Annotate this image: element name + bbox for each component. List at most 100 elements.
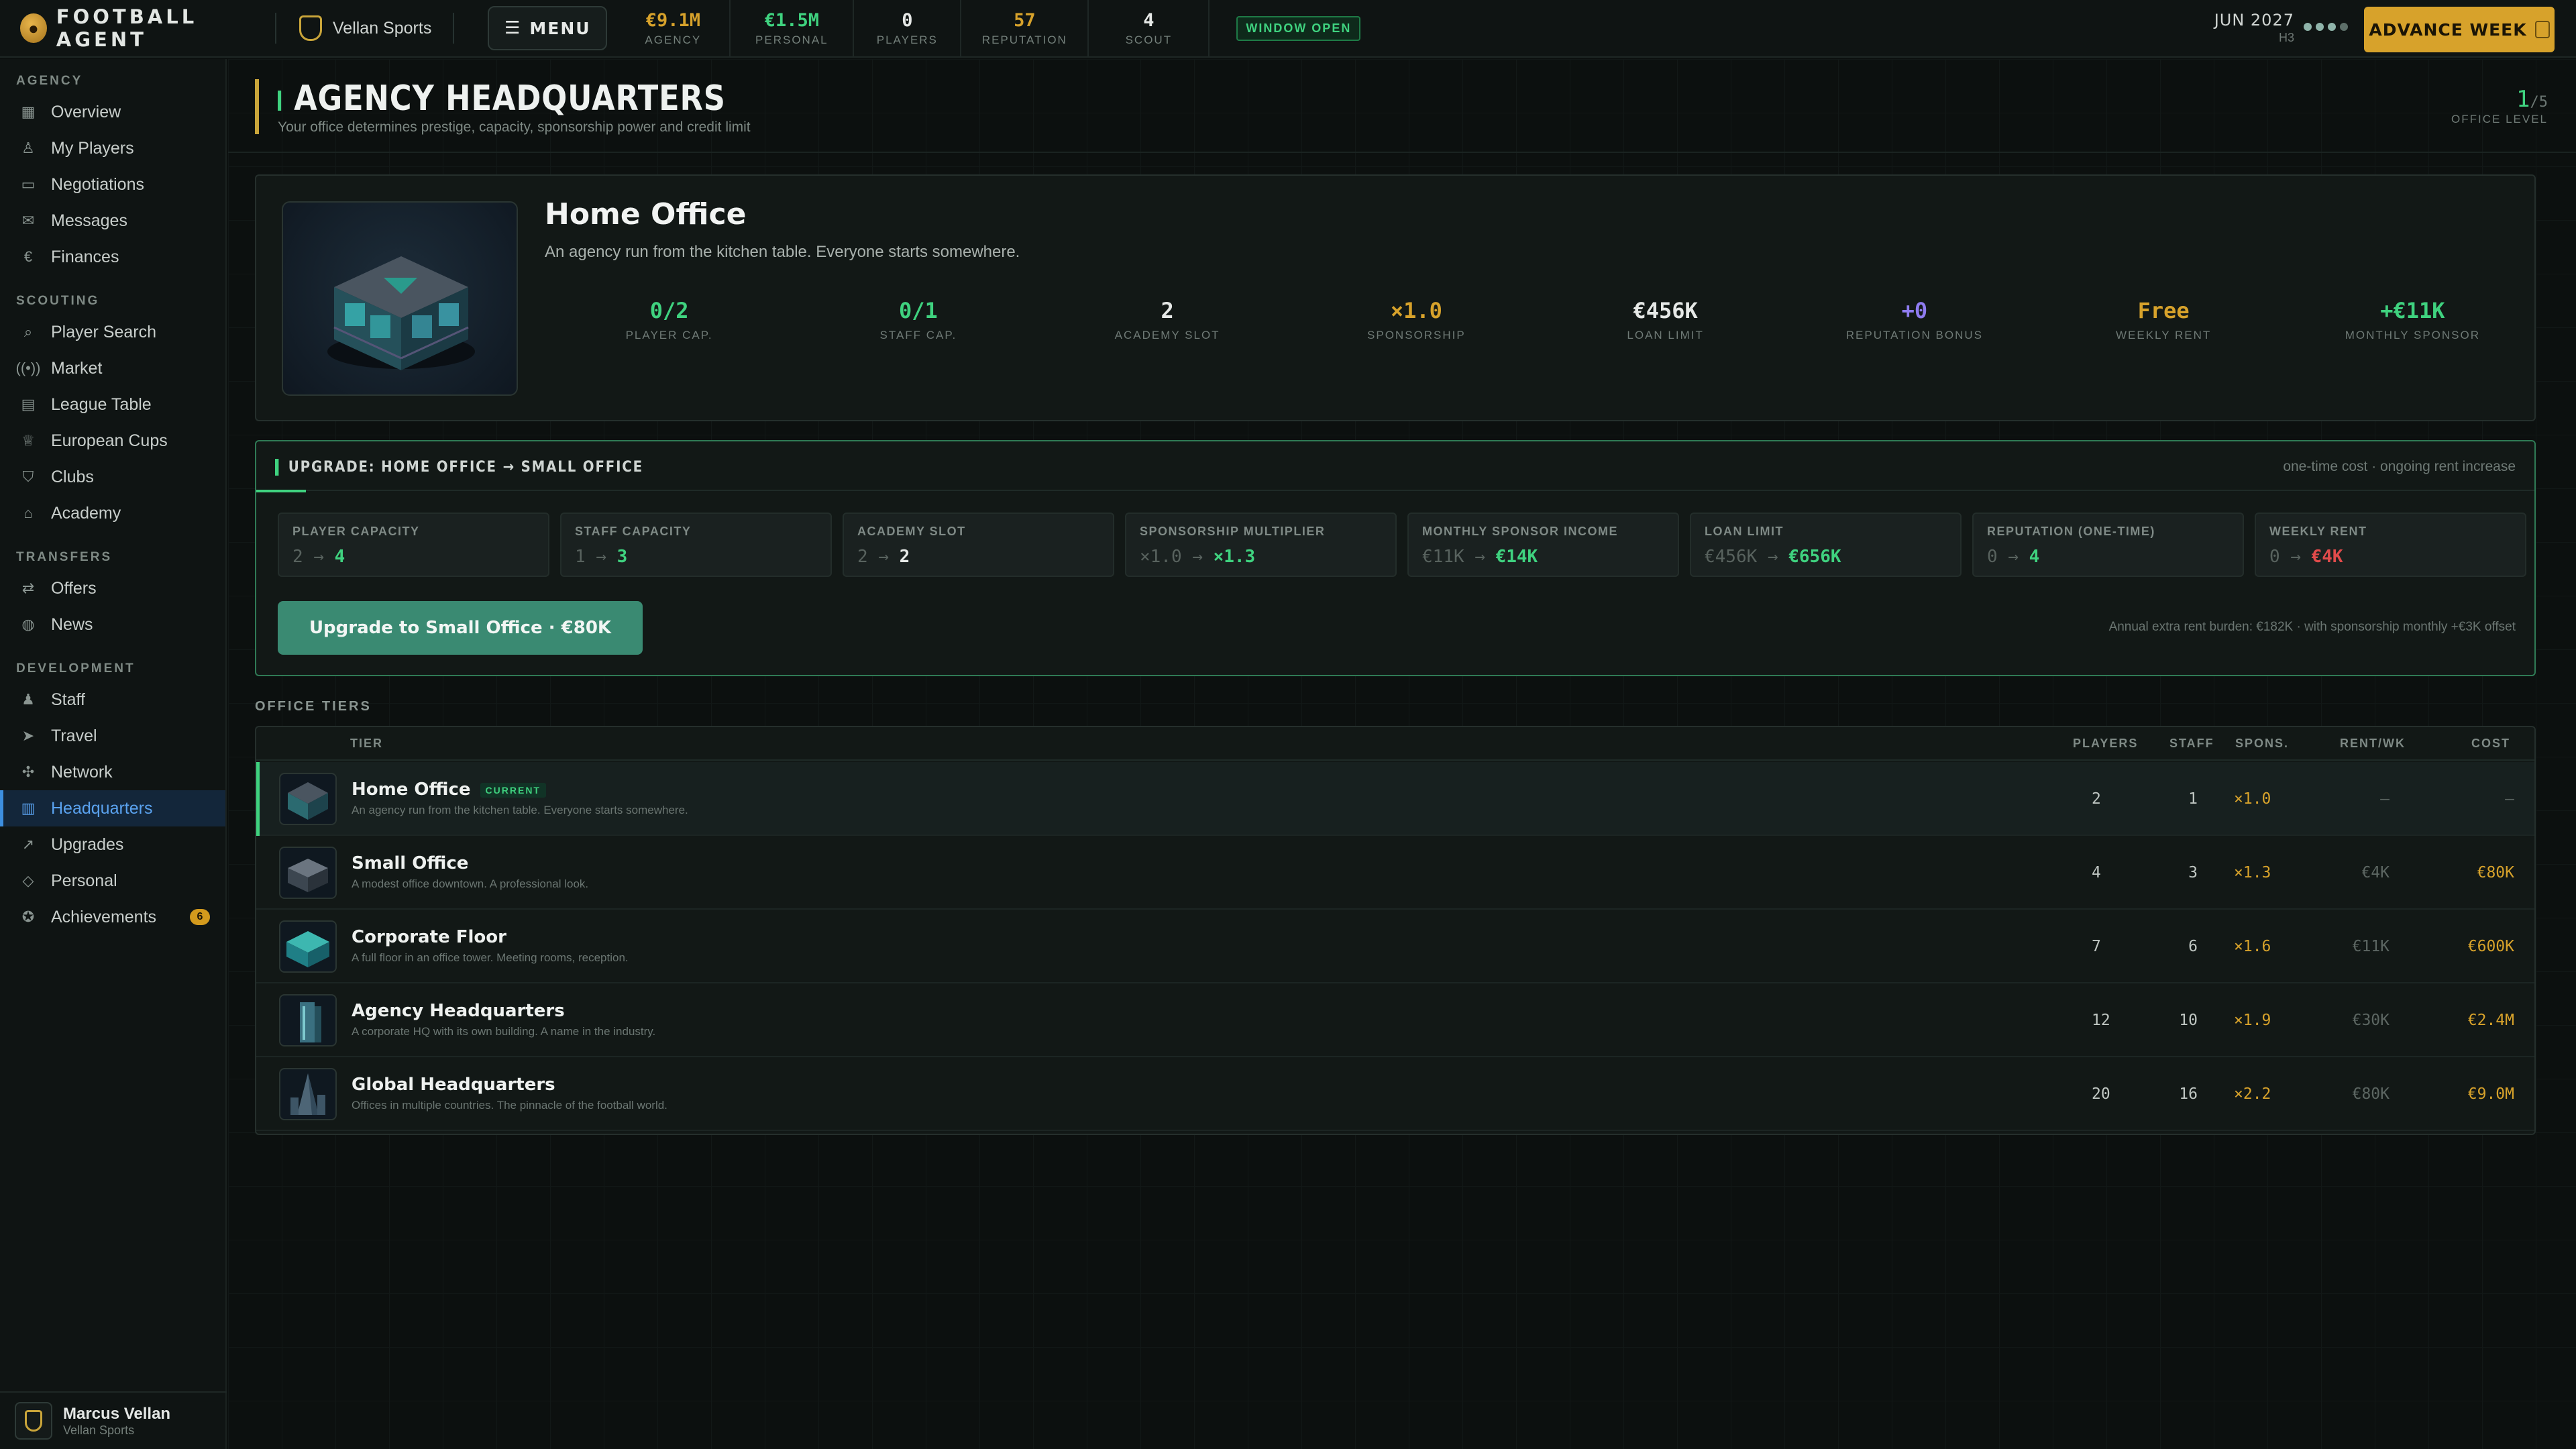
office-name: Home Office [545,197,747,231]
tier-sponsorship: ×1.3 [2234,864,2271,881]
sidebar-item-market[interactable]: ((•)) Market [0,350,225,386]
office-tiers-label: OFFICE TIERS [255,699,372,714]
header-stats: €9.1M AGENCY €1.5M PERSONAL 0 PLAYERS 57 REPUTA… [616,0,1210,57]
shield-icon [25,1410,42,1432]
mail-icon: ✉ [21,212,35,229]
sidebar-item-label: Personal [51,871,117,890]
date-label: JUN 2027 [2214,11,2294,30]
sidebar-item-travel[interactable]: ➤ Travel [0,718,225,754]
tier-staff: 6 [2188,938,2198,955]
col-staff: STAFF [2169,737,2214,750]
col-spons: SPONS. [2235,737,2290,750]
globe-icon: ◍ [21,616,35,633]
stat-label: SPONSORSHIP [1367,329,1466,341]
office-stat-academy-slot: 2 ACADEMY SLOT [1043,298,1292,342]
tier-row-global-headquarters[interactable]: Global Headquarters Offices in multiple … [256,1057,2534,1131]
tier-name: Global Headquarters [352,1075,555,1095]
graduation-icon: ⌂ [23,504,33,521]
change-label: STAFF CAPACITY [575,525,692,538]
tier-sponsorship: ×2.2 [2234,1085,2271,1103]
sidebar-item-european-cups[interactable]: ♕ European Cups [0,423,225,459]
advance-week-button[interactable]: ADVANCE WEEK [2364,7,2555,52]
sidebar-item-overview[interactable]: ▦ Overview [0,94,225,130]
tier-staff: 3 [2188,864,2198,881]
brand-logo[interactable]: ● FOOTBALL AGENT [20,5,275,51]
gem-icon: ◇ [22,872,34,889]
stat-label: SCOUT [1125,33,1173,46]
sidebar-item-label: Finances [51,247,119,266]
sidebar-item-finances[interactable]: € Finances [0,239,225,275]
tier-description: Offices in multiple countries. The pinna… [352,1099,667,1112]
sidebar-item-personal[interactable]: ◇ Personal [0,863,225,899]
sidebar-item-upgrades[interactable]: ↗ Upgrades [0,826,225,863]
achievements-badge: 6 [190,909,210,925]
change-label: REPUTATION (ONE-TIME) [1987,525,2155,538]
change-to: 2 [899,547,910,567]
page-header: AGENCY HEADQUARTERS Your office determin… [255,79,799,135]
upgrade-changes: PLAYER CAPACITY 2 → 4 STAFF CAPACITY 1 → 3A… [278,513,2526,577]
chat-icon: ▭ [21,176,36,193]
trend-icon: ↗ [21,836,35,853]
sidebar-item-offers[interactable]: ⇄ Offers [0,570,225,606]
shield-icon: ⛉ [22,468,34,485]
sidebar-item-player-search[interactable]: ⌕ Player Search [0,314,225,350]
upgrade-change-reputation-one-time-: REPUTATION (ONE-TIME) 0 → 4 [1972,513,2244,577]
hamburger-icon: ☰ [504,18,522,38]
tier-cost: €80K [2477,864,2514,881]
user-profile[interactable]: Marcus Vellan Vellan Sports [0,1391,227,1449]
divider [228,152,2576,153]
stat-label: ACADEMY SLOT [1114,329,1220,341]
sidebar-item-news[interactable]: ◍ News [0,606,225,643]
tier-row-home-office[interactable]: Home Office CURRENT An agency run from th… [256,762,2534,836]
change-from: 2 [857,547,868,567]
upgrade-change-loan-limit: LOAN LIMIT €456K → €656K [1690,513,1962,577]
medal-icon: ✪ [21,908,35,925]
tier-row-corporate-floor[interactable]: Corporate Floor A full floor in an offic… [256,910,2534,983]
sidebar-item-my-players[interactable]: ♙ My Players [0,130,225,166]
stat-label: AGENCY [645,33,702,46]
change-label: SPONSORSHIP MULTIPLIER [1140,525,1326,538]
office-tiers-table: TIER PLAYERS STAFF SPONS. RENT/WK COST H… [255,726,2536,1135]
tier-row-small-office[interactable]: Small Office A modest office downtown. A… [256,836,2534,910]
sidebar: AGENCY ▦ Overview ♙ My Players ▭ Negotiations ✉… [0,59,227,1449]
tier-row-agency-headquarters[interactable]: Agency Headquarters A corporate HQ with … [256,983,2534,1057]
sidebar-item-academy[interactable]: ⌂ Academy [0,495,225,531]
keyboard-key-icon [2534,21,2550,38]
sidebar-section-transfers: TRANSFERS [16,550,113,564]
stat-value: 0/2 [649,298,689,323]
upgrade-button[interactable]: Upgrade to Small Office · €80K [278,601,643,655]
tier-rent: €4K [2361,864,2390,881]
sidebar-item-label: Overview [51,102,121,121]
office-description: An agency run from the kitchen table. Ev… [545,243,1020,261]
upgrade-change-monthly-sponsor-income: MONTHLY SPONSOR INCOME €11K → €14K [1407,513,1679,577]
stat-value: +€11K [2380,298,2445,323]
sidebar-item-label: Achievements [51,907,157,926]
agency-shield-icon [299,15,322,41]
change-label: WEEKLY RENT [2269,525,2367,538]
sidebar-item-label: League Table [51,394,152,414]
change-from: 0 [1987,547,1998,567]
sidebar-item-clubs[interactable]: ⛉ Clubs [0,459,225,495]
sidebar-item-messages[interactable]: ✉ Messages [0,203,225,239]
stat-players: 0 PLAYERS [854,0,962,57]
tower-icon [279,994,337,1046]
change-from: €456K [1705,547,1758,567]
sidebar-item-achievements[interactable]: ✪ Achievements 6 [0,899,225,935]
broadcast-icon: ((•)) [15,360,41,376]
agency-switcher[interactable]: Vellan Sports [276,15,453,41]
stat-label: PERSONAL [755,33,828,46]
office-stat-weekly-rent: Free WEEKLY RENT [2039,298,2288,342]
stat-label: REPUTATION BONUS [1845,329,1983,341]
avatar [15,1402,52,1440]
sidebar-item-network[interactable]: ✣ Network [0,754,225,790]
change-to: 3 [616,547,628,567]
week-progress-dots [2304,23,2348,31]
menu-button[interactable]: ☰ MENU [488,6,608,50]
change-label: LOAN LIMIT [1705,525,1784,538]
page-subtitle: Your office determines prestige, capacit… [278,119,751,135]
sidebar-item-negotiations[interactable]: ▭ Negotiations [0,166,225,203]
sidebar-item-headquarters[interactable]: ▥ Headquarters [0,790,225,826]
sidebar-item-staff[interactable]: ♟ Staff [0,682,225,718]
sidebar-section-development: DEVELOPMENT [16,661,136,676]
sidebar-item-league-table[interactable]: ▤ League Table [0,386,225,423]
